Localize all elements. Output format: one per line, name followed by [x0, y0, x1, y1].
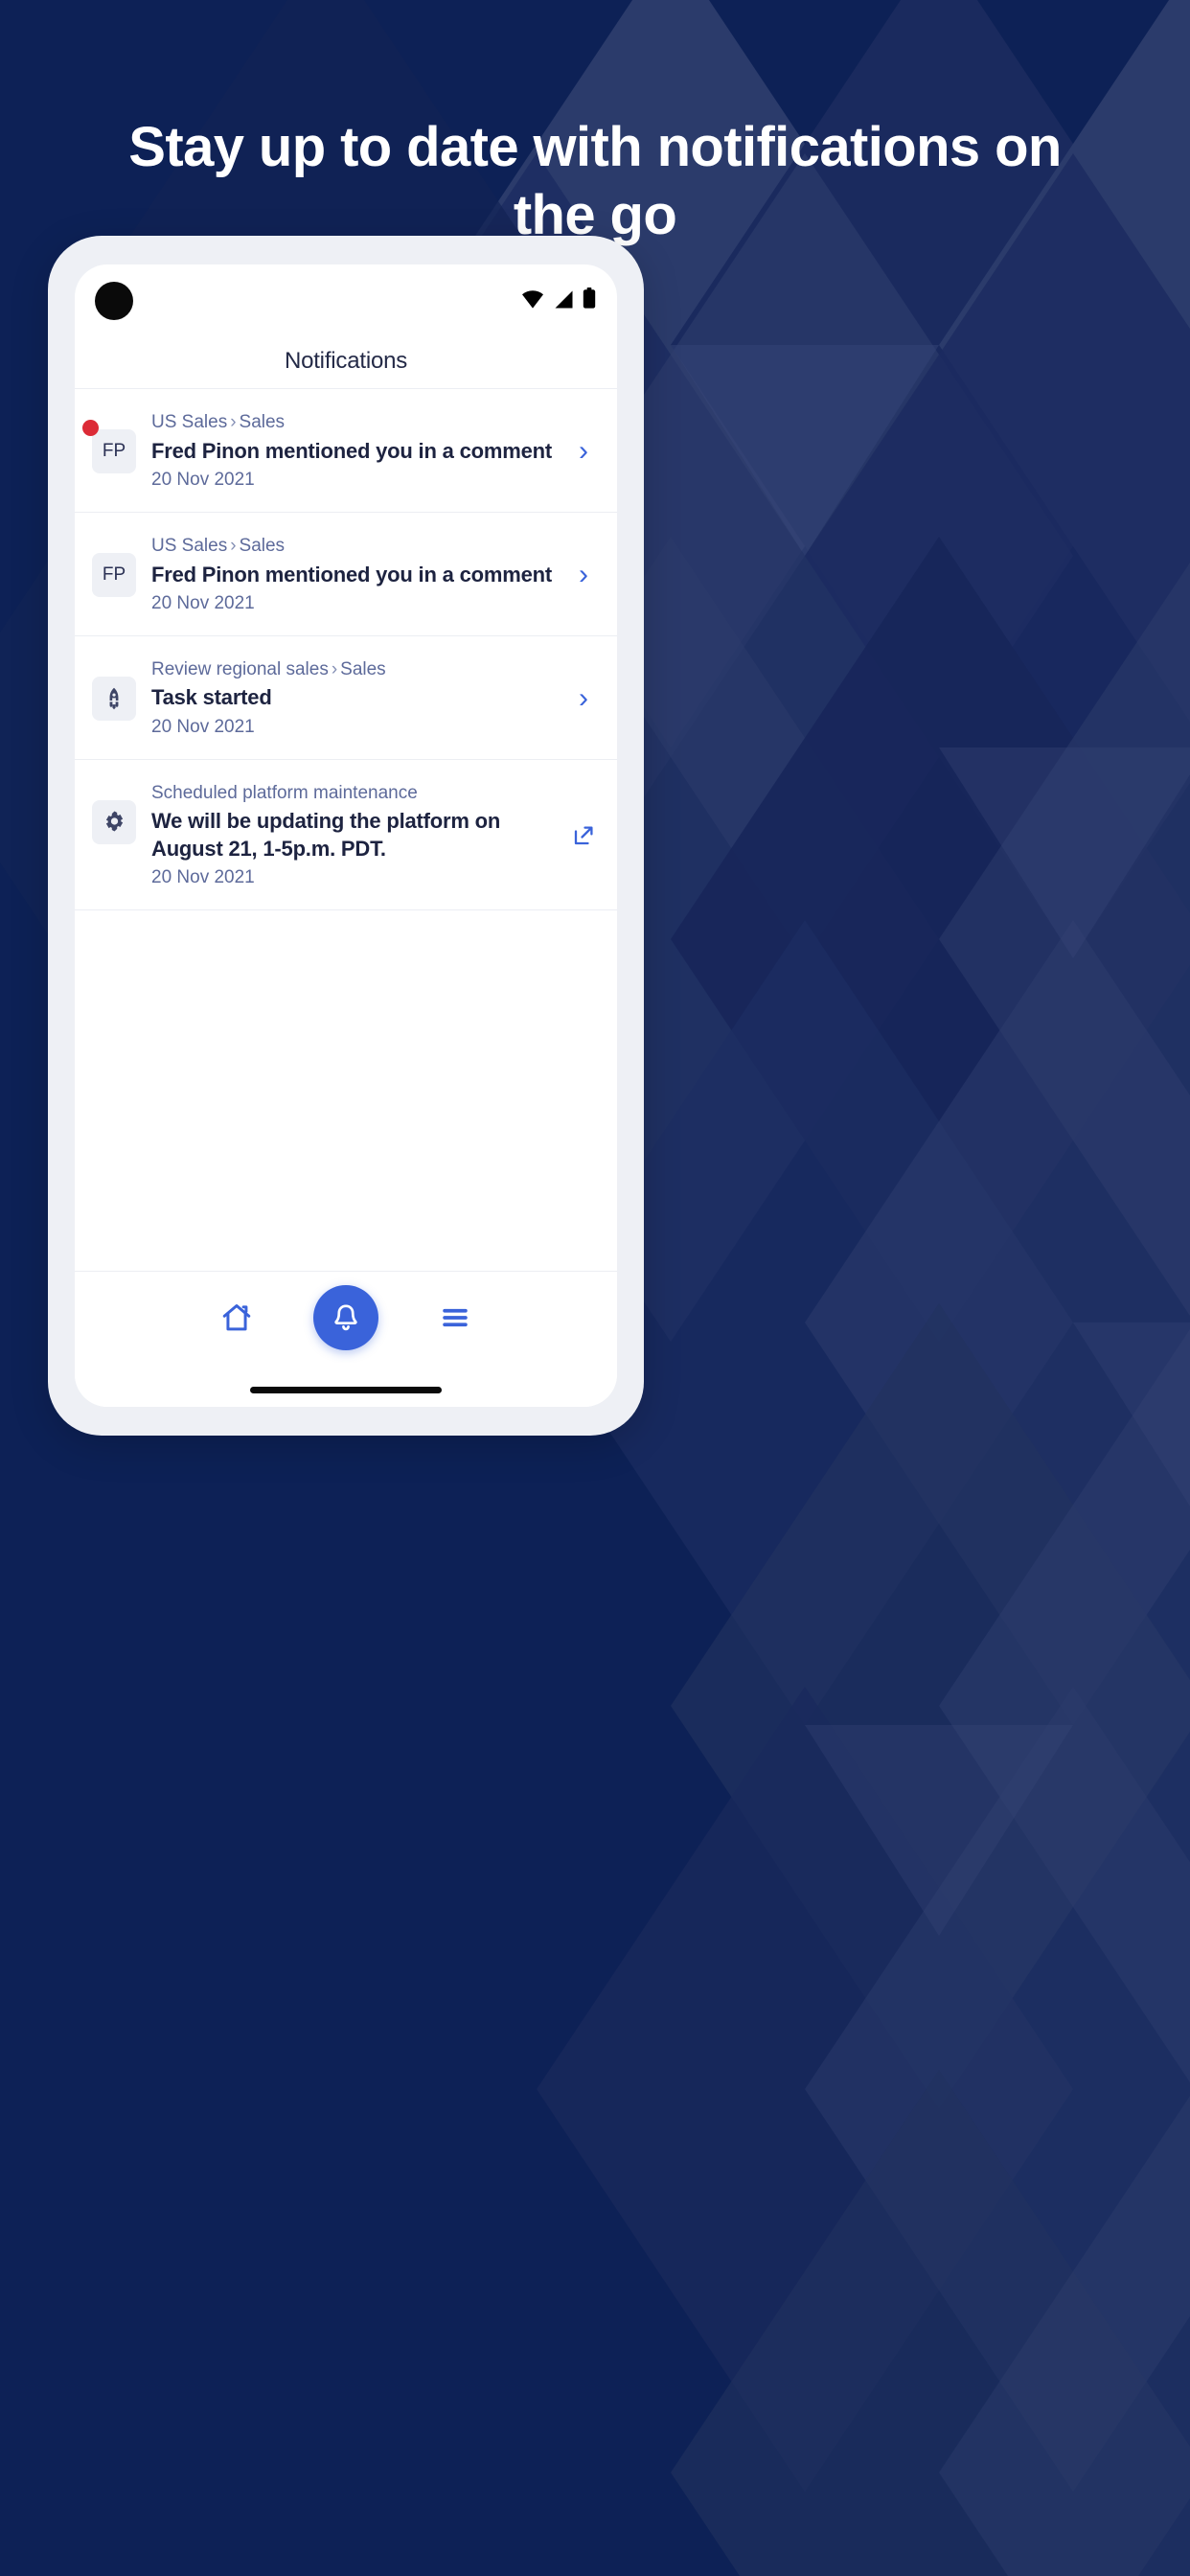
breadcrumb-child: Sales	[340, 658, 386, 679]
notification-row[interactable]: FP US Sales › Sales Fred Pinon mentioned y…	[75, 513, 617, 636]
bottom-navigation-bar	[75, 1271, 617, 1363]
hamburger-menu-icon	[443, 1308, 468, 1326]
phone-screen: Notifications FP US Sales › Sales Fred Pin…	[75, 264, 617, 1407]
nav-home-button[interactable]	[214, 1295, 260, 1341]
app-header-title: Notifications	[284, 347, 408, 374]
chevron-right-icon: ›	[579, 434, 588, 467]
bell-icon	[334, 1303, 357, 1330]
external-link-icon	[574, 826, 593, 845]
notification-body: US Sales › Sales Fred Pinon mentioned you …	[151, 534, 567, 616]
chevron-right-icon: ›	[579, 558, 588, 590]
breadcrumb-parent: Review regional sales	[151, 658, 329, 679]
notification-title: We will be updating the platform on Augu…	[151, 809, 501, 861]
app-header: Notifications	[75, 334, 617, 389]
wifi-icon	[522, 290, 543, 309]
breadcrumb-parent: US Sales	[151, 412, 228, 432]
rocket-icon	[109, 687, 119, 710]
notification-body: US Sales › Sales Fred Pinon mentioned you …	[151, 410, 567, 493]
unread-indicator-dot	[82, 420, 99, 436]
notification-body: Review regional sales › Sales Task started…	[151, 657, 567, 740]
home-icon	[222, 1303, 251, 1330]
avatar: FP	[92, 552, 136, 597]
notification-title: Task started	[151, 685, 272, 710]
cellular-signal-icon	[555, 290, 573, 309]
notification-date: 20 Nov 2021	[151, 470, 255, 491]
notification-row[interactable]: Scheduled platform maintenance We will b…	[75, 760, 617, 911]
notification-list: FP US Sales › Sales Fred Pinon mentioned y…	[75, 389, 617, 1271]
breadcrumb: US Sales › Sales	[151, 410, 561, 435]
page-title: Stay up to date with notifications on th…	[128, 116, 1062, 247]
status-bar-icons	[521, 288, 596, 309]
notification-title: Fred Pinon mentioned you in a comment	[151, 438, 552, 463]
notification-date: 20 Nov 2021	[151, 593, 255, 614]
avatar-wrapper: FP	[92, 552, 136, 597]
breadcrumb-parent: US Sales	[151, 535, 228, 556]
notification-row[interactable]: FP US Sales › Sales Fred Pinon mentioned y…	[75, 389, 617, 513]
breadcrumb: US Sales › Sales	[151, 534, 561, 559]
avatar-wrapper	[92, 676, 136, 721]
phone-mockup-frame: Notifications FP US Sales › Sales Fred Pin…	[48, 236, 644, 1436]
breadcrumb-separator-icon: ›	[230, 535, 237, 556]
breadcrumb-separator-icon: ›	[230, 412, 237, 432]
home-indicator-area	[75, 1363, 617, 1407]
notification-open-button[interactable]: ›	[567, 558, 600, 590]
breadcrumb: Scheduled platform maintenance	[151, 781, 561, 806]
status-bar	[75, 264, 617, 334]
chevron-right-icon: ›	[579, 681, 588, 714]
notification-body: Scheduled platform maintenance We will b…	[151, 781, 567, 890]
avatar	[92, 799, 136, 844]
notification-external-link-button[interactable]	[567, 824, 600, 847]
front-camera-punch-hole-icon	[95, 282, 133, 320]
notification-open-button[interactable]: ›	[567, 434, 600, 467]
gear-icon	[105, 811, 123, 832]
breadcrumb-child: Sales	[239, 535, 286, 556]
notification-title: Fred Pinon mentioned you in a comment	[151, 562, 552, 586]
avatar-initials: FP	[102, 564, 126, 585]
battery-icon	[583, 288, 596, 309]
breadcrumb-child: Sales	[239, 412, 286, 432]
notification-date: 20 Nov 2021	[151, 716, 255, 737]
home-indicator-bar[interactable]	[250, 1387, 442, 1393]
avatar	[92, 676, 136, 721]
breadcrumb-separator-icon	[418, 783, 423, 803]
notification-row[interactable]: Review regional sales › Sales Task started…	[75, 636, 617, 760]
avatar-wrapper	[92, 799, 136, 844]
breadcrumb-separator-icon: ›	[331, 658, 338, 679]
avatar-wrapper: FP	[82, 420, 136, 473]
notification-open-button[interactable]: ›	[567, 681, 600, 714]
avatar-initials: FP	[102, 441, 126, 461]
breadcrumb-parent: Scheduled platform maintenance	[151, 782, 418, 803]
avatar: FP	[92, 429, 136, 473]
notification-date: 20 Nov 2021	[151, 867, 255, 888]
nav-notifications-button[interactable]	[313, 1284, 378, 1350]
breadcrumb: Review regional sales › Sales	[151, 657, 561, 682]
nav-menu-button[interactable]	[432, 1295, 478, 1341]
